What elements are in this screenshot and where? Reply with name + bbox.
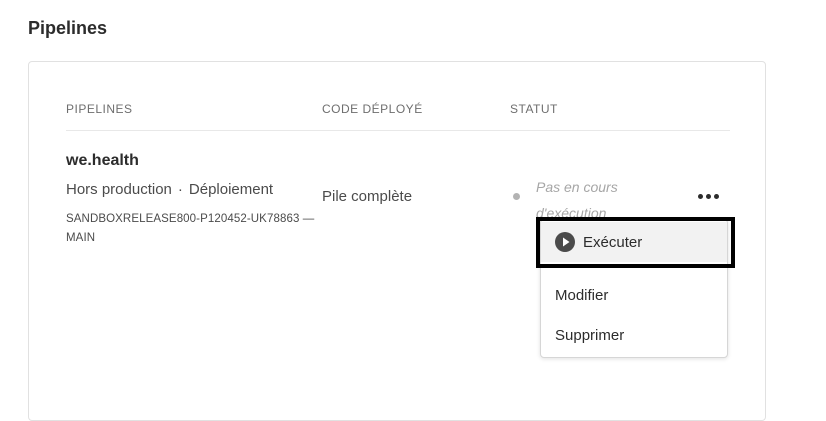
pipeline-meta: Hors production · Déploiement bbox=[66, 181, 273, 198]
column-header-pipelines: PIPELINES bbox=[66, 102, 133, 116]
page-title: Pipelines bbox=[28, 18, 108, 38]
play-circle-icon bbox=[555, 232, 575, 252]
menu-item-edit[interactable]: Modifier bbox=[541, 275, 727, 315]
menu-item-run[interactable]: Exécuter bbox=[541, 222, 727, 262]
more-dot-icon bbox=[705, 193, 711, 199]
column-header-status: STATUT bbox=[510, 102, 558, 116]
menu-item-run-label: Exécuter bbox=[583, 233, 643, 251]
pipeline-environment: Hors production bbox=[66, 181, 172, 198]
menu-item-edit-label: Modifier bbox=[555, 286, 609, 304]
deployed-code: Pile complète bbox=[322, 188, 413, 205]
column-header-code: CODE DÉPLOYÉ bbox=[322, 102, 423, 116]
more-dot-icon bbox=[697, 193, 703, 199]
pipeline-name[interactable]: we.health bbox=[66, 152, 139, 170]
pipeline-repo: SANDBOXRELEASE800-P120452-UK78863 — MAIN bbox=[66, 213, 315, 244]
pipeline-type: Déploiement bbox=[188, 181, 274, 198]
header-divider bbox=[66, 130, 730, 131]
status-indicator-dot bbox=[513, 193, 520, 200]
menu-item-delete-label: Supprimer bbox=[555, 326, 625, 344]
actions-menu: Exécuter Modifier Supprimer bbox=[540, 219, 728, 358]
meta-separator: · bbox=[177, 181, 183, 198]
more-actions-button[interactable] bbox=[693, 184, 723, 208]
more-dot-icon bbox=[713, 193, 719, 199]
menu-item-delete[interactable]: Supprimer bbox=[541, 315, 727, 355]
